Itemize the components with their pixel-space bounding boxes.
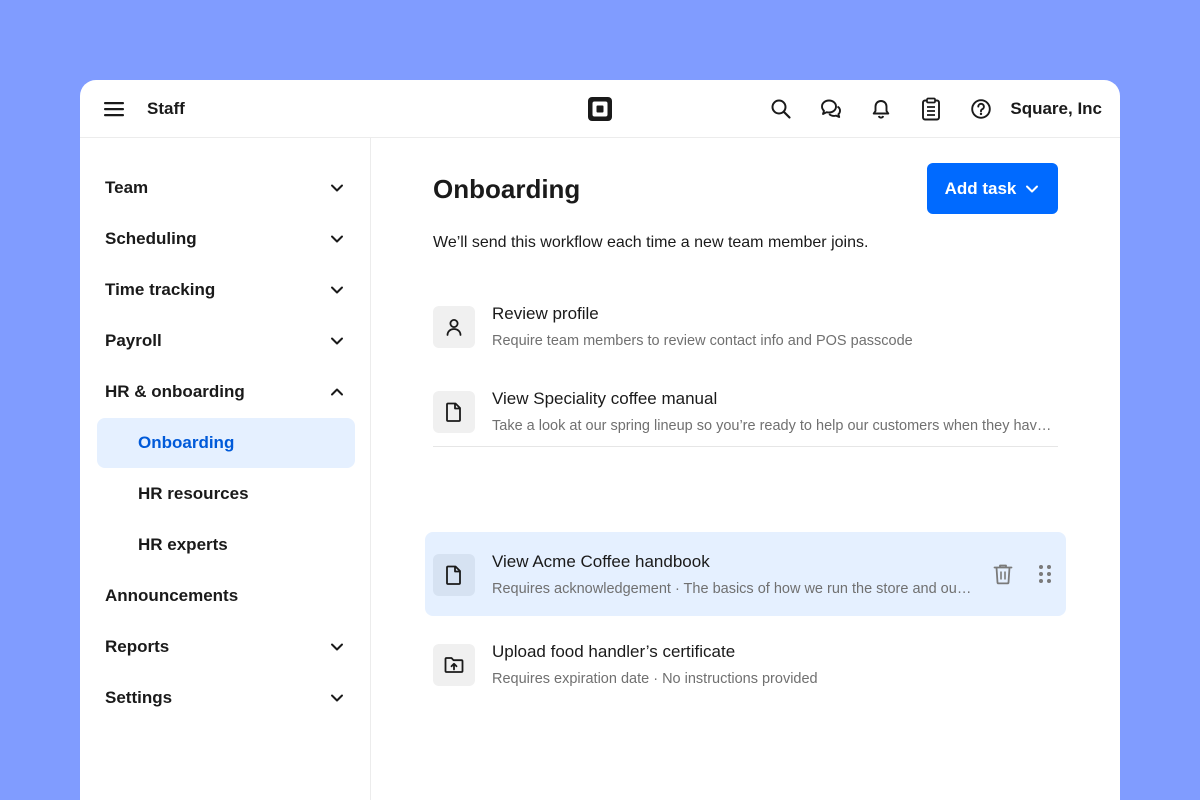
sidebar-item-settings[interactable]: Settings [97,673,355,723]
sidebar-item-label: HR & onboarding [105,382,245,401]
sidebar-item-label: Onboarding [138,433,235,452]
task-subtitle: Requires expiration date · No instructio… [492,671,818,687]
chevron-down-icon [331,235,343,243]
top-bar: Staff Square, Inc [80,80,1120,138]
sidebar-item-payroll[interactable]: Payroll [97,316,355,366]
question-icon[interactable] [968,96,994,122]
add-task-label: Add task [944,178,1017,198]
add-task-button[interactable]: Add task [927,163,1058,214]
sidebar-item-label: Announcements [105,586,239,605]
task-review-profile[interactable]: Review profile Require team members to r… [425,284,1066,368]
task-subtitle: Require team members to review contact i… [492,333,913,349]
chevron-down-icon [1026,185,1039,192]
sidebar-item-label: HR resources [138,484,249,503]
sidebar-item-label: Payroll [105,331,162,350]
workflow-description: We’ll send this workflow each time a new… [433,234,869,251]
page-title: Onboarding [433,174,581,204]
chat-icon[interactable] [818,96,844,122]
sidebar-item-team[interactable]: Team [97,163,355,213]
bell-icon[interactable] [868,96,894,122]
task-upload-food-handler-certificate-row[interactable]: Upload food handler’s certificate Requir… [425,622,1066,706]
sidebar-item-reports[interactable]: Reports [97,622,355,672]
task-subtitle: Take a look at our spring lineup so you’… [492,418,1057,434]
sidebar: Team Scheduling Time tracking Payroll HR… [80,138,371,800]
hamburger-icon[interactable] [103,99,125,119]
sidebar-item-label: Team [105,178,149,197]
chevron-down-icon [331,694,343,702]
task-title: View Speciality coffee manual [492,389,718,408]
clipboard-icon[interactable] [918,96,944,122]
task-title: View Acme Coffee handbook [492,552,710,571]
sidebar-item-hr-onboarding[interactable]: HR & onboarding [97,367,355,417]
sidebar-item-label: Time tracking [105,280,216,299]
sidebar-item-hr-experts[interactable]: HR experts [97,520,355,570]
task-title: Review profile [492,304,599,323]
task-title: Upload food handler’s certificate [492,642,736,661]
sidebar-item-time-tracking[interactable]: Time tracking [97,265,355,315]
chevron-up-icon [331,388,343,396]
document-icon [433,391,475,433]
square-logo[interactable] [587,96,613,122]
sidebar-item-scheduling[interactable]: Scheduling [97,214,355,264]
sidebar-item-label: Reports [105,637,170,656]
folder-upload-icon [433,644,475,686]
sidebar-item-onboarding[interactable]: Onboarding [97,418,355,468]
chevron-down-icon [331,337,343,345]
task-view-speciality-coffee-manual[interactable]: View Speciality coffee manual Take a loo… [425,369,1066,453]
main-content: Onboarding Add task We’ll send this work… [372,138,1120,800]
top-icons [768,96,994,122]
account-name[interactable]: Square, Inc [1010,99,1102,119]
sidebar-item-label: HR experts [138,535,228,554]
sidebar-item-hr-resources[interactable]: HR resources [97,469,355,519]
drag-handle-icon[interactable] [1036,562,1054,586]
sidebar-item-label: Scheduling [105,229,197,248]
chevron-down-icon [331,286,343,294]
task-subtitle: Requires acknowledgement · The basics of… [492,581,972,597]
chevron-down-icon [331,643,343,651]
search-icon[interactable] [768,96,794,122]
sidebar-item-label: Settings [105,688,173,707]
document-icon [433,554,475,596]
person-icon [433,306,475,348]
trash-icon[interactable] [991,562,1015,586]
task-view-acme-coffee-handbook[interactable]: View Acme Coffee handbook Requires ackno… [425,532,1066,616]
app-title: Staff [147,99,185,118]
chevron-down-icon [331,184,343,192]
app-window: Staff Square, Inc Team Scheduling Time t… [80,80,1120,800]
sidebar-item-announcements[interactable]: Announcements [97,571,355,621]
